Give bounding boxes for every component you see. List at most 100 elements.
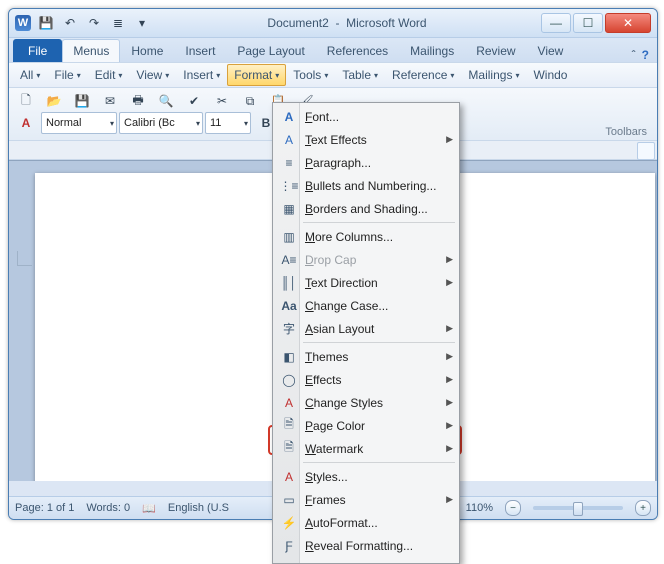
tb-open-icon[interactable]: 📂: [41, 90, 67, 112]
qat-redo-icon[interactable]: ↷: [83, 12, 105, 34]
toolbar-group-label: Toolbars: [605, 126, 647, 138]
menu-item-dropcap: A≡Drop Cap▶: [275, 248, 457, 271]
tab-home[interactable]: Home: [120, 39, 174, 62]
menu-item-styles[interactable]: AStyles...: [275, 465, 457, 488]
tb-copy-icon[interactable]: ⧉: [237, 90, 263, 112]
tab-file[interactable]: File: [13, 39, 62, 62]
menu-all[interactable]: All▾: [13, 64, 47, 86]
help-icon[interactable]: ?: [642, 48, 649, 62]
title-bar: W 💾 ↶ ↷ ≣ ▾ Document2 - Microsoft Word —…: [9, 9, 657, 38]
menu-item-effects[interactable]: ◯Effects▶: [275, 368, 457, 391]
menu-item-page-color[interactable]: 🗎Page Color▶: [275, 414, 457, 437]
submenu-arrow-icon: ▶: [446, 134, 453, 145]
tb-save-icon[interactable]: 💾: [69, 90, 95, 112]
tb-preview-icon[interactable]: 🔍: [153, 90, 179, 112]
tab-review[interactable]: Review: [465, 39, 526, 62]
tb-mail-icon[interactable]: ✉: [97, 90, 123, 112]
ruler-toggle-icon[interactable]: [637, 142, 655, 160]
menu-item-change-styles[interactable]: AChange Styles▶: [275, 391, 457, 414]
asianlayout-icon: 字: [279, 320, 299, 337]
changecase-icon: Aa: [279, 299, 299, 313]
menu-window[interactable]: Windo: [526, 64, 574, 86]
tb-fontcolor-icon[interactable]: A: [13, 112, 39, 134]
style-selector[interactable]: Normal: [41, 112, 117, 134]
tab-mailings[interactable]: Mailings: [399, 39, 465, 62]
menu-item-themes[interactable]: ◧Themes▶: [275, 345, 457, 368]
menu-edit[interactable]: Edit▾: [88, 64, 130, 86]
submenu-arrow-icon: ▶: [446, 254, 453, 265]
ribbon-minimize-icon[interactable]: ˆ: [632, 48, 636, 62]
autoformat-icon: ⚡: [279, 516, 299, 530]
texteffects-icon: A: [279, 133, 299, 147]
menu-item-borders[interactable]: ▦Borders and Shading...: [275, 197, 457, 220]
zoom-out-button[interactable]: −: [505, 500, 521, 516]
sb-page[interactable]: Page: 1 of 1: [15, 502, 74, 514]
zoom-slider[interactable]: [533, 506, 623, 510]
menu-item-autoformat[interactable]: ⚡AutoFormat...: [275, 511, 457, 534]
menu-separator: [303, 342, 455, 343]
menu-item-reveal-formatting[interactable]: ƑReveal Formatting...: [275, 534, 457, 557]
classic-menu-bar: All▾ File▾ Edit▾ View▾ Insert▾ Format▾ T…: [9, 62, 657, 88]
submenu-arrow-icon: ▶: [446, 323, 453, 334]
menu-reference[interactable]: Reference▾: [385, 64, 461, 86]
submenu-arrow-icon: ▶: [446, 374, 453, 385]
menu-view[interactable]: View▾: [129, 64, 176, 86]
menu-file[interactable]: File▾: [47, 64, 87, 86]
qat-customize-icon[interactable]: ▾: [131, 12, 153, 34]
menu-item-paragraph[interactable]: ≡Paragraph...: [275, 151, 457, 174]
zoom-thumb[interactable]: [573, 502, 583, 516]
qat-undo-icon[interactable]: ↶: [59, 12, 81, 34]
font-selector[interactable]: Calibri (Bc: [119, 112, 203, 134]
menu-item-change-case[interactable]: AaChange Case...: [275, 294, 457, 317]
window-title: Document2 - Microsoft Word: [153, 16, 541, 30]
pagecolor-icon: 🗎: [279, 415, 299, 436]
menu-mailings[interactable]: Mailings▾: [461, 64, 526, 86]
menu-tools[interactable]: Tools▾: [286, 64, 335, 86]
tb-new-icon[interactable]: 🗋: [13, 90, 39, 112]
borders-icon: ▦: [279, 202, 299, 216]
menu-separator: [303, 462, 455, 463]
menu-item-frames[interactable]: ▭Frames▶: [275, 488, 457, 511]
menu-item-asian-layout[interactable]: 字Asian Layout▶: [275, 317, 457, 340]
qat-bullets-icon[interactable]: ≣: [107, 12, 129, 34]
close-button[interactable]: ✕: [605, 13, 651, 33]
submenu-arrow-icon: ▶: [446, 420, 453, 431]
submenu-arrow-icon: ▶: [446, 443, 453, 454]
menu-item-columns[interactable]: ▥More Columns...: [275, 225, 457, 248]
qat-save-icon[interactable]: 💾: [35, 12, 57, 34]
zoom-in-button[interactable]: +: [635, 500, 651, 516]
menu-table[interactable]: Table▾: [335, 64, 385, 86]
sb-proofing-icon[interactable]: 📖: [142, 502, 156, 515]
menu-item-font[interactable]: AFont...: [275, 105, 457, 128]
menu-insert[interactable]: Insert▾: [176, 64, 227, 86]
minimize-button[interactable]: —: [541, 13, 571, 33]
tb-spell-icon[interactable]: ✔: [181, 90, 207, 112]
bullets-icon: ⋮≡: [279, 179, 299, 193]
columns-icon: ▥: [279, 230, 299, 244]
sb-zoom-percent[interactable]: 110%: [466, 502, 493, 514]
fontsize-selector[interactable]: 11: [205, 112, 251, 134]
font-icon: A: [279, 110, 299, 124]
tab-menus[interactable]: Menus: [62, 39, 120, 62]
changestyles-icon: A: [279, 396, 299, 410]
tab-references[interactable]: References: [316, 39, 399, 62]
tb-print-icon[interactable]: 🖶: [125, 90, 151, 112]
styles-icon: A: [279, 470, 299, 484]
tab-view[interactable]: View: [527, 39, 575, 62]
maximize-button[interactable]: ☐: [573, 13, 603, 33]
menu-format[interactable]: Format▾: [227, 64, 286, 86]
submenu-arrow-icon: ▶: [446, 397, 453, 408]
menu-separator: [303, 222, 455, 223]
dropcap-icon: A≡: [279, 253, 299, 267]
themes-icon: ◧: [279, 350, 299, 364]
menu-item-text-direction[interactable]: ║│Text Direction▶: [275, 271, 457, 294]
tb-cut-icon[interactable]: ✂: [209, 90, 235, 112]
reveal-icon: Ƒ: [279, 539, 299, 553]
tab-insert[interactable]: Insert: [174, 39, 226, 62]
menu-item-bullets[interactable]: ⋮≡Bullets and Numbering...: [275, 174, 457, 197]
sb-words[interactable]: Words: 0: [86, 502, 130, 514]
tab-page-layout[interactable]: Page Layout: [226, 39, 315, 62]
menu-item-text-effects[interactable]: AText Effects▶: [275, 128, 457, 151]
sb-language[interactable]: English (U.S: [168, 502, 229, 514]
menu-item-watermark[interactable]: 🗎Watermark▶: [275, 437, 457, 460]
